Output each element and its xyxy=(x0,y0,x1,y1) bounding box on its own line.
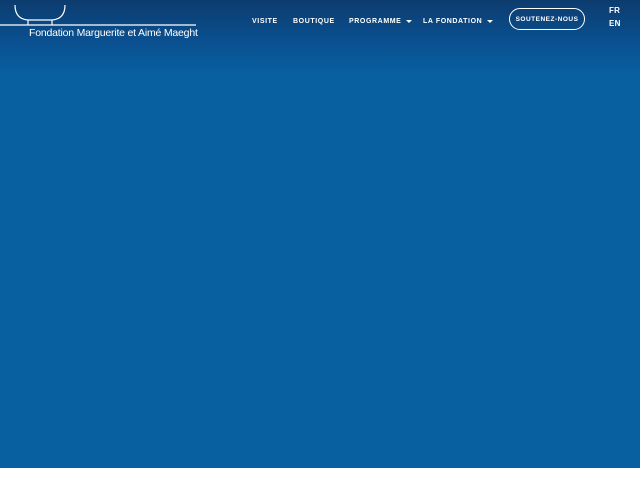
language-fr-link[interactable]: FR xyxy=(609,6,620,15)
nav-item-label: BOUTIQUE xyxy=(293,18,335,25)
nav-item-label: VISITE xyxy=(252,18,278,25)
nav-item-boutique[interactable]: BOUTIQUE xyxy=(293,15,335,29)
nav-item-la-fondation[interactable]: LA FONDATION xyxy=(423,15,494,29)
nav-item-programme[interactable]: PROGRAMME xyxy=(349,15,413,29)
chevron-down-icon xyxy=(487,19,494,23)
nav-item-visite[interactable]: VISITE xyxy=(252,15,278,29)
nav-item-label: PROGRAMME xyxy=(349,18,402,25)
hero-section xyxy=(0,0,640,468)
support-us-button[interactable]: SOUTENEZ-NOUS xyxy=(509,8,585,30)
support-us-label: SOUTENEZ-NOUS xyxy=(515,15,579,23)
language-en-link[interactable]: EN xyxy=(609,19,621,28)
chevron-down-icon xyxy=(406,19,413,23)
page-bottom-strip xyxy=(0,468,640,480)
nav-item-label: LA FONDATION xyxy=(423,18,483,25)
